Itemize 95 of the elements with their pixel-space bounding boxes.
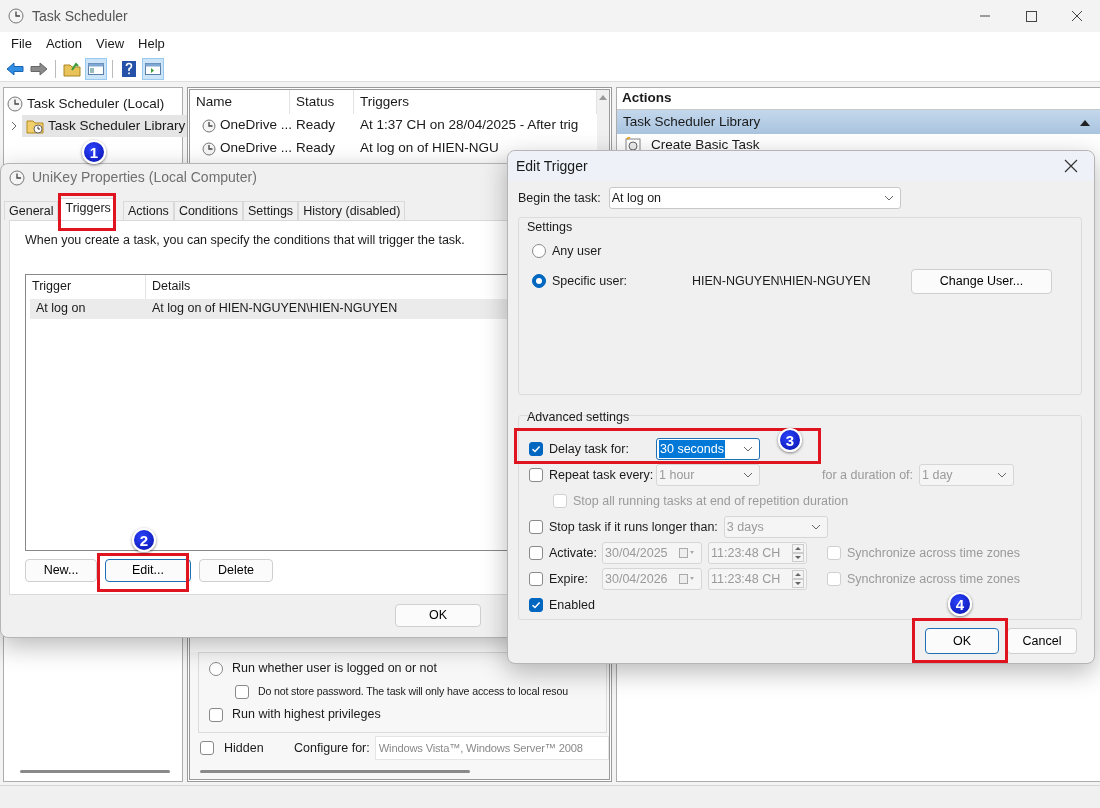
group-label: Advanced settings bbox=[526, 408, 631, 426]
ok-button[interactable]: OK bbox=[395, 603, 481, 627]
calendar-icon[interactable] bbox=[679, 574, 695, 584]
collapse-icon[interactable] bbox=[1080, 118, 1090, 126]
field-label: Begin the task: bbox=[518, 189, 601, 207]
radio-button[interactable] bbox=[209, 661, 223, 676]
button[interactable]: New... bbox=[25, 558, 97, 582]
ok-button[interactable]: OK bbox=[925, 628, 999, 654]
panel-icon[interactable] bbox=[85, 57, 107, 80]
clock-icon bbox=[7, 96, 23, 112]
user-name: HIEN-NGUYEN\HIEN-NGUYEN bbox=[692, 272, 871, 290]
option-label: Hidden bbox=[224, 739, 265, 757]
table-cell-text: Ready bbox=[295, 116, 337, 135]
checkbox[interactable] bbox=[529, 572, 543, 586]
checkbox[interactable] bbox=[235, 684, 249, 699]
column-header[interactable]: Trigger bbox=[26, 274, 146, 299]
checkmark-icon bbox=[531, 444, 541, 454]
checkbox[interactable] bbox=[529, 546, 543, 560]
option-label: Do not store password. The task will only have access to local resou bbox=[258, 683, 568, 699]
tree-item[interactable]: Task Scheduler (Local) bbox=[27, 93, 165, 115]
close-icon bbox=[1064, 159, 1078, 173]
option-label: Repeat task every: bbox=[549, 466, 654, 484]
chevron-icon bbox=[810, 524, 821, 530]
chevron-icon bbox=[997, 472, 1008, 478]
group-label: Settings bbox=[526, 218, 574, 236]
checkbox[interactable] bbox=[200, 741, 214, 755]
dropdown[interactable]: At log on bbox=[608, 187, 901, 209]
spin-icon[interactable] bbox=[792, 570, 804, 588]
table-cell-text: At 1:37 CH on 28/04/2025 - After trig bbox=[359, 116, 580, 135]
option-label: Run whether user is logged on or not bbox=[232, 660, 437, 678]
field-label: for a duration of: bbox=[822, 466, 914, 484]
menu-item[interactable]: View bbox=[89, 34, 132, 54]
option-label: Stop task if it runs longer than: bbox=[549, 518, 718, 536]
description-text: When you create a task, you can specify the conditions that will trigger the task. bbox=[25, 231, 466, 249]
tab[interactable]: Actions bbox=[122, 200, 174, 220]
change-user-button[interactable]: Change User... bbox=[911, 268, 1052, 294]
table-cell-text: At log on of HIEN-NGU bbox=[359, 139, 500, 158]
option-label: Stop all running tasks at end of repetition duration bbox=[573, 492, 849, 510]
option-label: Activate: bbox=[549, 544, 597, 562]
table-cell-text: Ready bbox=[295, 139, 337, 158]
minimize-icon bbox=[980, 15, 990, 17]
scrollbar[interactable] bbox=[20, 770, 170, 773]
chevron-icon bbox=[743, 472, 753, 478]
highlight-frame bbox=[58, 193, 116, 231]
column-header[interactable]: Status bbox=[290, 90, 354, 114]
calendar-icon[interactable] bbox=[679, 548, 695, 558]
table-cell-text: OneDrive ... bbox=[220, 116, 293, 135]
tab[interactable]: General bbox=[4, 200, 59, 220]
folder-icon bbox=[26, 118, 44, 134]
radio-button[interactable] bbox=[532, 244, 546, 258]
table-cell-text: OneDrive ... bbox=[220, 139, 293, 158]
scroll-up-icon[interactable] bbox=[599, 94, 607, 100]
close-icon bbox=[1072, 11, 1082, 21]
column-header[interactable]: Name bbox=[190, 90, 290, 114]
chevron-icon[interactable] bbox=[10, 121, 18, 131]
panel-icon[interactable] bbox=[142, 57, 164, 80]
chevron-icon bbox=[883, 195, 894, 201]
clock-icon bbox=[9, 169, 25, 186]
dialog-title: UniKey Properties (Local Computer) bbox=[32, 168, 257, 188]
menu-item[interactable]: File bbox=[4, 34, 39, 54]
dialog-title: Edit Trigger bbox=[516, 156, 589, 176]
maximize-icon bbox=[1025, 10, 1037, 22]
option-label: Delay task for: bbox=[549, 440, 629, 458]
option-label: Synchronize across time zones bbox=[847, 544, 1020, 562]
scrollbar[interactable] bbox=[200, 769, 470, 773]
tab[interactable]: Settings bbox=[242, 200, 299, 220]
dropdown[interactable]: 30 seconds bbox=[656, 438, 760, 460]
checkmark-icon bbox=[531, 600, 541, 610]
checkbox[interactable] bbox=[209, 707, 223, 722]
menu-item[interactable]: Action bbox=[38, 34, 90, 54]
tab[interactable]: History (disabled) bbox=[298, 200, 406, 220]
button[interactable]: Edit... bbox=[105, 558, 191, 582]
field-label: Configure for: bbox=[294, 739, 370, 757]
checkbox[interactable] bbox=[529, 468, 543, 482]
configure-field[interactable]: Windows Vista™, Windows Server™ 2008 bbox=[374, 736, 609, 760]
menu-item[interactable]: Help bbox=[131, 34, 172, 54]
checkbox[interactable] bbox=[529, 598, 543, 612]
cancel-button[interactable]: Cancel bbox=[1007, 628, 1077, 654]
option-label: Synchronize across time zones bbox=[847, 570, 1020, 588]
checkbox[interactable] bbox=[529, 442, 543, 456]
option-label: Specific user: bbox=[552, 272, 628, 290]
clock-icon bbox=[8, 8, 24, 24]
button[interactable]: Delete bbox=[199, 558, 273, 582]
window-title: Task Scheduler bbox=[32, 6, 129, 26]
option-label: Enabled bbox=[549, 596, 595, 614]
radio-button[interactable] bbox=[532, 274, 546, 288]
option-label: Run with highest privileges bbox=[232, 706, 381, 724]
section-title: Task Scheduler Library bbox=[623, 112, 761, 131]
chevron-icon bbox=[743, 446, 753, 452]
option-label: Any user bbox=[552, 242, 602, 260]
checkbox[interactable] bbox=[529, 520, 543, 534]
tab[interactable]: Triggers bbox=[60, 197, 116, 220]
spin-icon[interactable] bbox=[792, 544, 804, 562]
option-label: Expire: bbox=[549, 570, 588, 588]
tab[interactable]: Conditions bbox=[173, 200, 243, 220]
